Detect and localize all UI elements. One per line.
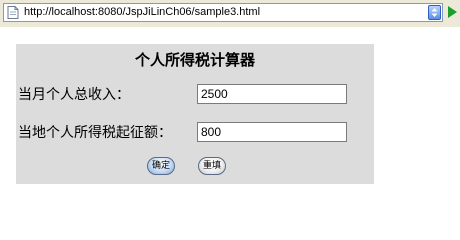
calculator-title: 个人所得税计算器 <box>134 51 255 69</box>
tax-threshold-input[interactable] <box>197 122 347 142</box>
page-icon <box>7 6 19 19</box>
monthly-income-label: 当月个人总收入： <box>18 87 130 103</box>
address-url[interactable]: http://localhost:8080/JspJiLinCh06/sampl… <box>24 6 260 19</box>
up-down-arrows-icon <box>431 8 438 17</box>
browser-toolbar: http://localhost:8080/JspJiLinCh06/sampl… <box>0 0 460 27</box>
reset-button[interactable]: 重填 <box>198 157 226 175</box>
submit-button[interactable]: 确定 <box>147 157 175 175</box>
address-dropdown-button[interactable] <box>428 5 441 20</box>
tax-calculator-panel: 个人所得税计算器 当月个人总收入： 当地个人所得税起征额： 确定 重填 <box>16 44 374 184</box>
go-arrow-icon[interactable] <box>448 6 457 18</box>
monthly-income-input[interactable] <box>197 84 347 104</box>
address-bar[interactable]: http://localhost:8080/JspJiLinCh06/sampl… <box>3 3 443 22</box>
tax-threshold-label: 当地个人所得税起征额： <box>18 125 172 141</box>
